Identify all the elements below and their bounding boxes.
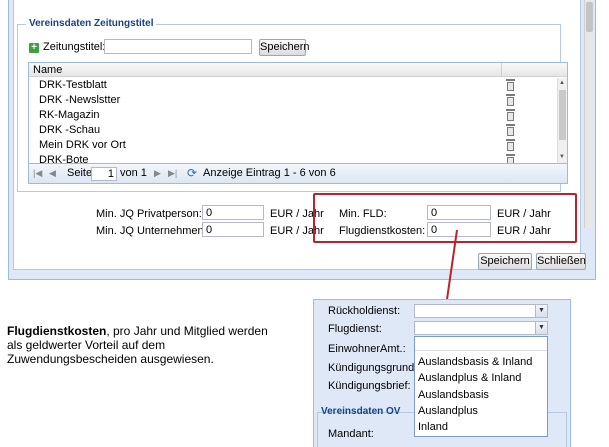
first-page-icon[interactable]: |◀	[33, 168, 42, 179]
mandant-label: Mandant:	[328, 428, 374, 440]
column-divider	[501, 63, 502, 77]
table-row[interactable]: DRK -Schau	[29, 123, 557, 138]
page-input[interactable]	[91, 167, 117, 181]
next-page-icon[interactable]: ▶	[154, 168, 161, 179]
zeitungstitel-grid: Name DRK-Testblatt DRK -Newslstter RK-Ma…	[28, 62, 568, 164]
grid-header: Name	[29, 63, 567, 77]
zeitungstitel-save-button[interactable]: Speichern	[259, 39, 310, 56]
trash-icon[interactable]	[506, 94, 515, 106]
fieldset-title: Vereinsdaten Zeitungstitel	[26, 18, 157, 29]
dropdown-option[interactable]: Auslandplus & Inland	[418, 372, 521, 384]
save-button[interactable]: Speichern	[478, 253, 532, 270]
zeitungstitel-label: Zeitungstitel:	[43, 41, 106, 53]
page-count: von 1	[120, 167, 147, 179]
unternehmen-input[interactable]	[202, 222, 264, 237]
row-name: RK-Magazin	[39, 109, 100, 121]
caption-text: Flugdienstkosten, pro Jahr und Mitglied …	[7, 324, 277, 366]
einwohneramt-label: EinwohnerAmt.:	[328, 343, 406, 355]
chevron-down-icon[interactable]: ▼	[535, 305, 547, 317]
table-row[interactable]: DRK-Bote	[29, 153, 557, 164]
rueckholdienst-label: Rückholdienst:	[328, 305, 401, 317]
rueckholdienst-combo[interactable]: ▼	[414, 304, 548, 318]
refresh-icon[interactable]: ⟳	[187, 166, 197, 180]
grid-scrollbar-thumb[interactable]	[559, 90, 566, 140]
grid-scrollbar[interactable]: ▲ ▼	[557, 78, 567, 163]
trash-icon[interactable]	[506, 79, 515, 91]
close-button[interactable]: Schließen	[536, 253, 586, 270]
flugdienst-combo[interactable]: ▼	[414, 321, 548, 335]
row-name: DRK -Schau	[39, 124, 101, 136]
row-name: DRK-Bote	[39, 154, 89, 164]
trash-icon[interactable]	[506, 154, 515, 163]
table-row[interactable]: DRK -Newslstter	[29, 93, 557, 108]
last-page-icon[interactable]: ▶|	[168, 168, 177, 179]
flugdienst-dropdown: Auslandsbasis & Inland Auslandplus & Inl…	[414, 336, 548, 437]
table-row[interactable]: DRK-Testblatt	[29, 78, 557, 93]
vereinsdaten-ov-title: Vereinsdaten OV	[321, 406, 401, 417]
trash-icon[interactable]	[506, 139, 515, 151]
scroll-down-icon[interactable]: ▼	[559, 154, 565, 160]
chevron-down-icon[interactable]: ▼	[535, 322, 547, 334]
privatperson-label: Min. JQ Privatperson:	[96, 208, 202, 220]
column-header-name[interactable]: Name	[33, 64, 62, 76]
dropdown-option[interactable]: Auslandsbasis	[418, 389, 489, 401]
add-icon[interactable]: +	[29, 43, 39, 53]
row-name: DRK-Testblatt	[39, 79, 107, 91]
row-name: Mein DRK vor Ort	[39, 139, 126, 151]
dialog-scrollbar[interactable]	[584, 0, 594, 228]
dialog-scrollbar-thumb[interactable]	[586, 2, 593, 32]
prev-page-icon[interactable]: ◀	[49, 168, 56, 179]
paging-info: Anzeige Eintrag 1 - 6 von 6	[203, 167, 336, 179]
kuendigungsbrief-label: Kündigungsbrief:	[328, 380, 411, 392]
scroll-up-icon[interactable]: ▲	[559, 80, 565, 86]
dropdown-option-empty[interactable]	[415, 337, 547, 351]
unternehmen-label: Min. JQ Unternehmen:	[96, 225, 207, 237]
kuendigungsgrund-label: Kündigungsgrund:	[328, 362, 418, 374]
paging-toolbar: |◀ ◀ Seite von 1 ▶ ▶| ⟳ Anzeige Eintrag …	[28, 164, 568, 184]
caption-bold: Flugdienstkosten	[7, 324, 107, 338]
dropdown-option[interactable]: Auslandsbasis & Inland	[418, 356, 532, 368]
trash-icon[interactable]	[506, 124, 515, 136]
highlight-box	[313, 193, 577, 243]
row-name: DRK -Newslstter	[39, 94, 121, 106]
table-row[interactable]: RK-Magazin	[29, 108, 557, 123]
trash-icon[interactable]	[506, 109, 515, 121]
flugdienst-label: Flugdienst:	[328, 323, 382, 335]
privatperson-input[interactable]	[202, 205, 264, 220]
table-row[interactable]: Mein DRK vor Ort	[29, 138, 557, 153]
dropdown-option[interactable]: Auslandplus	[418, 405, 478, 417]
dropdown-option[interactable]: Inland	[418, 421, 448, 433]
zeitungstitel-input[interactable]	[104, 39, 252, 54]
page-label: Seite	[67, 167, 93, 179]
